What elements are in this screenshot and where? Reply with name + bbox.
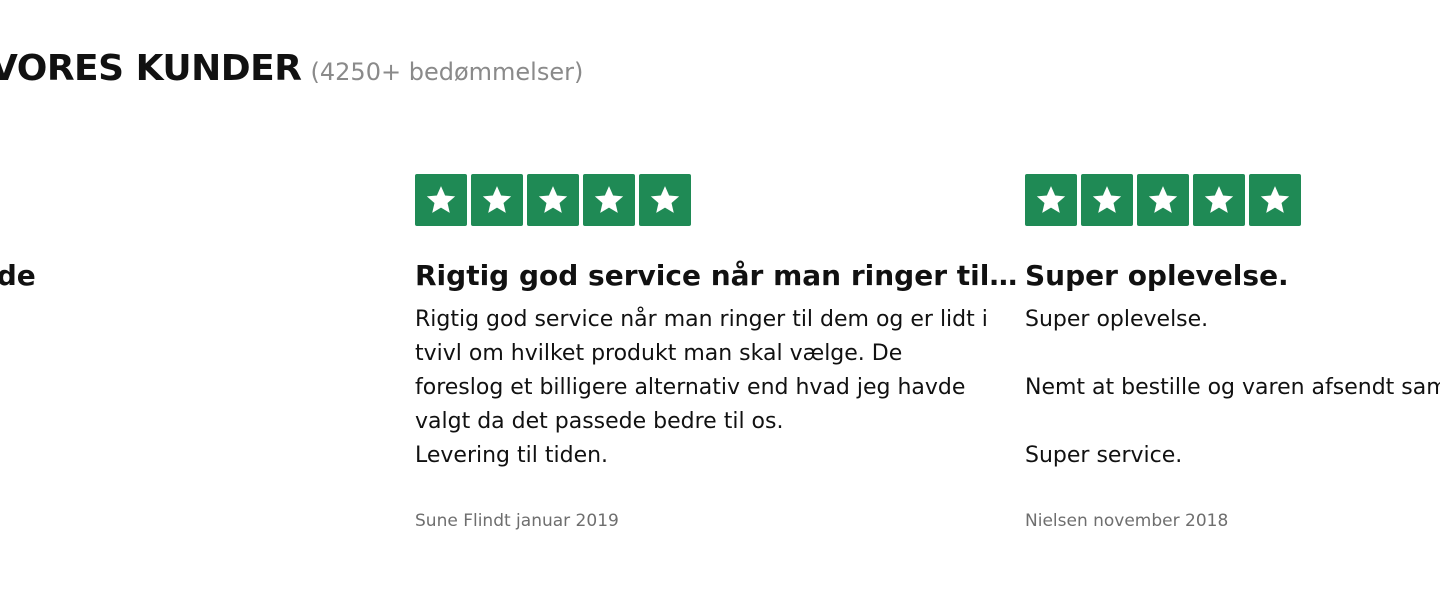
star-rating [0, 174, 185, 226]
review-body-line: og sende en “Track and trace” [0, 371, 185, 405]
review-body-line: Rigtig god service når man ringer til de… [415, 307, 988, 332]
star-icon [1137, 174, 1189, 226]
star-icon [583, 174, 635, 226]
star-icon [639, 174, 691, 226]
review-body-line: foreslog et billigere alternativ end hva… [415, 375, 966, 400]
star-icon [1193, 174, 1245, 226]
review-title: Super oplevelse. [1025, 259, 1289, 292]
star-icon [527, 174, 579, 226]
review-body-line: r af elektronik, 5 stjerner for at [0, 337, 185, 371]
star-rating [415, 174, 975, 226]
review-body-line: tvivl om hvilket produkt man skal vælge.… [415, 341, 903, 366]
review-body-line: e den her hjemmeside med alt [0, 303, 185, 337]
review-title: Rigtig god service når man ringer til… [415, 259, 1018, 292]
section-heading: VORES KUNDER (4250+ bedømmelser) [0, 48, 583, 89]
review-author: 2019 [0, 545, 185, 565]
star-icon [415, 174, 467, 226]
review-body-line: Super oplevelse. [1025, 307, 1209, 332]
star-icon [471, 174, 523, 226]
review-author: Nielsen november 2018 [1025, 511, 1229, 531]
review-card: Super oplevelse. Super oplevelse. Nemt at… [1025, 174, 1440, 531]
review-card: efale den her hjemmeside e den her hjemm… [0, 174, 185, 565]
reviews-section: VORES KUNDER (4250+ bedømmelser) efale d… [0, 0, 1440, 606]
review-body-line: Super service. [1025, 443, 1183, 468]
section-title: VORES KUNDER [0, 48, 302, 89]
review-body-line: ntroller til Xbox og fik en [0, 405, 185, 439]
review-body: e den her hjemmeside med altr af elektro… [0, 303, 185, 507]
review-title: efale den her hjemmeside [0, 259, 36, 292]
review-card: Rigtig god service når man ringer til… R… [415, 174, 1018, 531]
review-body-line [1025, 337, 1440, 371]
review-body-line: Levering til tiden. [415, 443, 609, 468]
review-body: Rigtig god service når man ringer til de… [415, 303, 988, 473]
review-body-line [1025, 405, 1440, 439]
star-icon [1081, 174, 1133, 226]
review-body-line: gold og game pass, fantastisk. [0, 439, 185, 473]
star-icon [1249, 174, 1301, 226]
review-author: Sune Flindt januar 2019 [415, 511, 619, 531]
review-body-line: g køber der, det er helt sikkert [0, 473, 185, 507]
review-body-line: valgt da det passede bedre til os. [415, 409, 784, 434]
star-icon [1025, 174, 1077, 226]
star-rating [1025, 174, 1440, 226]
review-body: Super oplevelse. Nemt at bestille og vare… [1025, 303, 1440, 473]
review-count: (4250+ bedømmelser) [310, 58, 584, 86]
review-body-line: Nemt at bestille og varen afsendt samme … [1025, 375, 1440, 400]
